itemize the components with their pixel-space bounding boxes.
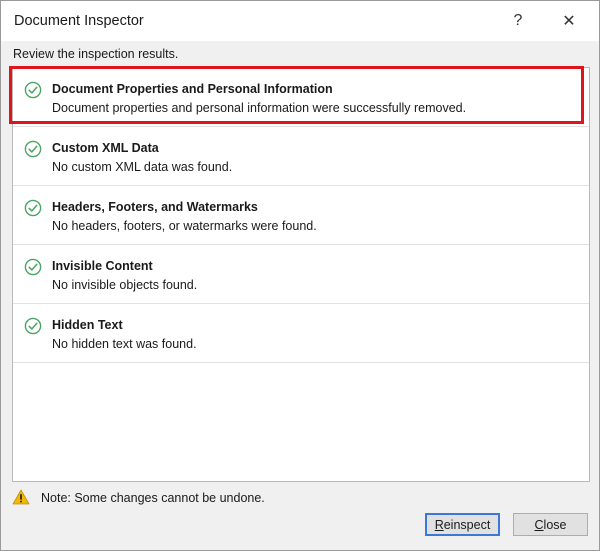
result-description: No custom XML data was found. — [52, 160, 233, 174]
result-row-document-properties: Document Properties and Personal Informa… — [13, 68, 589, 127]
check-circle-icon — [24, 258, 42, 276]
close-window-button[interactable]: ✕ — [549, 5, 589, 37]
result-title: Document Properties and Personal Informa… — [52, 82, 333, 96]
title-bar: Document Inspector ? ✕ — [1, 1, 599, 41]
result-row-custom-xml: Custom XML Data No custom XML data was f… — [13, 127, 589, 186]
check-circle-icon — [24, 317, 42, 335]
close-button-label: Close — [534, 517, 567, 532]
help-button[interactable]: ? — [498, 5, 538, 37]
result-row-invisible-content: Invisible Content No invisible objects f… — [13, 245, 589, 304]
result-description: No hidden text was found. — [52, 337, 197, 351]
result-title: Invisible Content — [52, 259, 153, 273]
results-list: Document Properties and Personal Informa… — [12, 67, 590, 482]
result-description: No headers, footers, or watermarks were … — [52, 219, 317, 233]
result-title: Custom XML Data — [52, 141, 159, 155]
dialog-title: Document Inspector — [14, 13, 144, 29]
warning-icon — [12, 489, 30, 505]
check-circle-icon — [24, 199, 42, 217]
check-circle-icon — [24, 81, 42, 99]
result-row-hidden-text: Hidden Text No hidden text was found. — [13, 304, 589, 363]
close-button[interactable]: Close — [513, 513, 588, 536]
result-description: Document properties and personal informa… — [52, 101, 467, 115]
check-circle-icon — [24, 140, 42, 158]
result-description: No invisible objects found. — [52, 278, 198, 292]
instructions-text: Review the inspection results. — [13, 47, 179, 61]
result-title: Hidden Text — [52, 318, 123, 332]
reinspect-button[interactable]: Reinspect — [425, 513, 500, 536]
undo-warning-note: Note: Some changes cannot be undone. — [41, 491, 265, 505]
result-title: Headers, Footers, and Watermarks — [52, 200, 258, 214]
document-inspector-dialog: Document Inspector ? ✕ Review the inspec… — [0, 0, 600, 551]
reinspect-button-label: Reinspect — [434, 517, 491, 532]
result-row-headers-footers: Headers, Footers, and Watermarks No head… — [13, 186, 589, 245]
